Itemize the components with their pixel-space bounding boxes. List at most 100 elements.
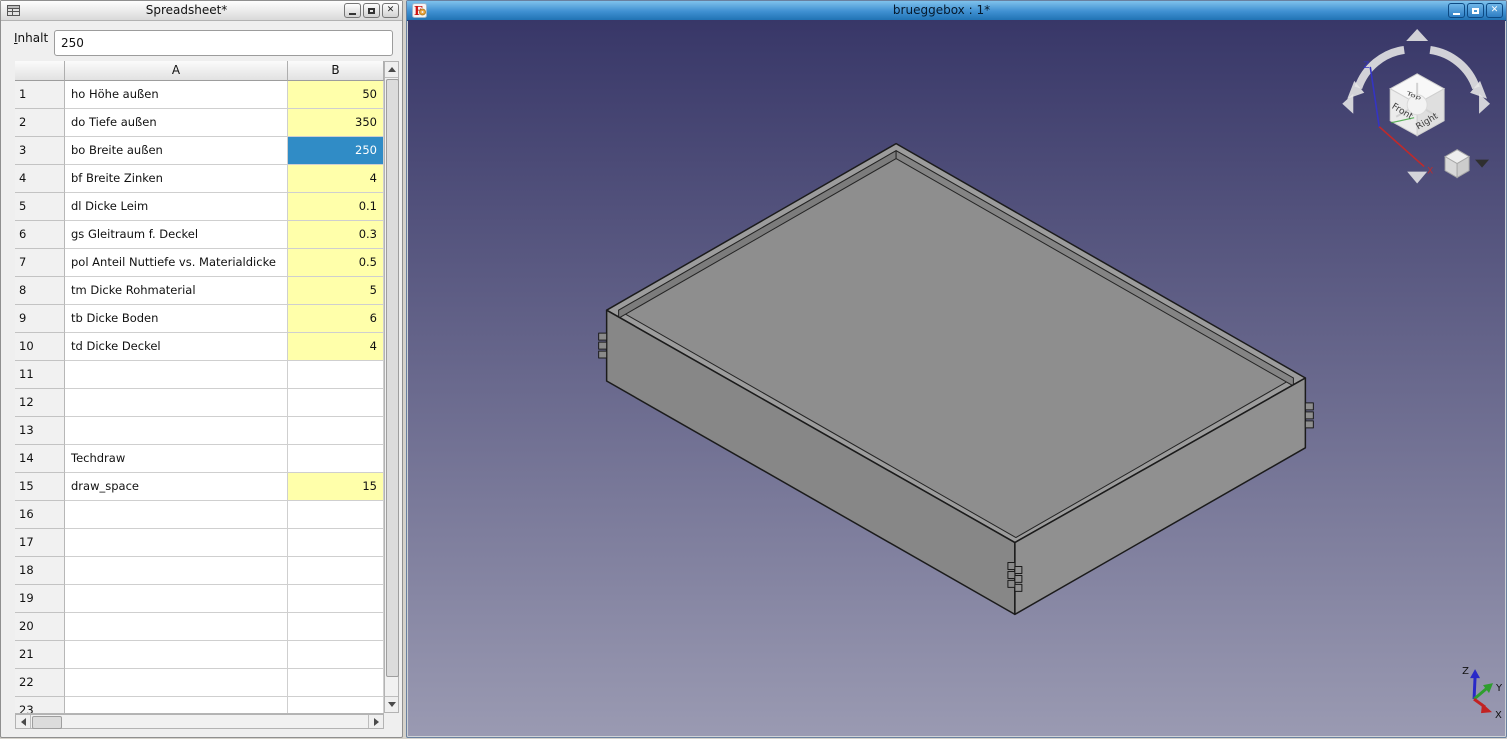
nav-x-label: X (1427, 167, 1433, 177)
cell-b[interactable]: 5 (288, 277, 384, 305)
cell-a[interactable]: bf Breite Zinken (65, 165, 288, 193)
cell-a[interactable] (65, 613, 288, 641)
cell-b[interactable]: 4 (288, 333, 384, 361)
cell-a[interactable] (65, 585, 288, 613)
cell-b[interactable] (288, 501, 384, 529)
cell-b[interactable] (288, 417, 384, 445)
cell-a[interactable]: tb Dicke Boden (65, 305, 288, 333)
viewer-window: F brueggebox : 1* ✕ (406, 0, 1507, 738)
scroll-right-button[interactable] (368, 715, 383, 728)
cell-b[interactable]: 350 (288, 109, 384, 137)
row-header-cell[interactable]: 4 (15, 165, 65, 193)
cell-a[interactable]: gs Gleitraum f. Deckel (65, 221, 288, 249)
cell-a[interactable] (65, 641, 288, 669)
cell-a[interactable] (65, 669, 288, 697)
cell-b-selected[interactable]: 250 (288, 137, 384, 165)
row-header-cell[interactable]: 22 (15, 669, 65, 697)
cell-a[interactable]: do Tiefe außen (65, 109, 288, 137)
cell-b[interactable] (288, 669, 384, 697)
scroll-down-button[interactable] (385, 696, 398, 712)
row-header-cell[interactable]: 8 (15, 277, 65, 305)
row-header-cell[interactable]: 10 (15, 333, 65, 361)
spreadsheet-window: Spreadsheet* ✕ Inhalt A B 1ho Höhe außen… (0, 0, 403, 738)
cell-b[interactable] (288, 389, 384, 417)
cell-b[interactable] (288, 613, 384, 641)
scroll-up-button[interactable] (385, 62, 398, 78)
cell-a[interactable]: Techdraw (65, 445, 288, 473)
cell-a[interactable] (65, 529, 288, 557)
row-header-cell[interactable]: 19 (15, 585, 65, 613)
column-header-a[interactable]: A (65, 61, 288, 81)
vertical-scrollbar-thumb[interactable] (386, 79, 399, 677)
cell-b[interactable] (288, 585, 384, 613)
cell-b[interactable]: 0.3 (288, 221, 384, 249)
cell-a[interactable]: draw_space (65, 473, 288, 501)
cell-a[interactable]: td Dicke Deckel (65, 333, 288, 361)
row-header-cell[interactable]: 12 (15, 389, 65, 417)
cell-a[interactable] (65, 697, 288, 714)
row-header-cell[interactable]: 5 (15, 193, 65, 221)
cell-b[interactable]: 0.1 (288, 193, 384, 221)
scroll-left-button[interactable] (16, 715, 31, 728)
row-header-cell[interactable]: 23 (15, 697, 65, 714)
cell-a[interactable] (65, 389, 288, 417)
cell-b[interactable]: 4 (288, 165, 384, 193)
row-header-cell[interactable]: 20 (15, 613, 65, 641)
cell-b[interactable] (288, 445, 384, 473)
cell-b[interactable] (288, 529, 384, 557)
table-row: 7pol Anteil Nuttiefe vs. Materialdicke0.… (15, 249, 384, 277)
cell-b[interactable] (288, 557, 384, 585)
maximize-button[interactable] (1467, 3, 1484, 18)
table-row: 16 (15, 501, 384, 529)
cell-b[interactable]: 15 (288, 473, 384, 501)
spreadsheet-titlebar[interactable]: Spreadsheet* ✕ (1, 1, 402, 21)
maximize-button[interactable] (363, 3, 380, 18)
row-header-cell[interactable]: 16 (15, 501, 65, 529)
cell-a[interactable] (65, 417, 288, 445)
cell-a[interactable] (65, 501, 288, 529)
row-header-cell[interactable]: 7 (15, 249, 65, 277)
horizontal-scrollbar-thumb[interactable] (32, 716, 62, 729)
row-header-cell[interactable]: 17 (15, 529, 65, 557)
row-header-cell[interactable]: 14 (15, 445, 65, 473)
cell-b[interactable] (288, 641, 384, 669)
axis-y-label: Y (1495, 683, 1503, 694)
cell-content-input[interactable] (54, 30, 393, 56)
minimize-button[interactable] (344, 3, 361, 18)
cell-a[interactable]: tm Dicke Rohmaterial (65, 277, 288, 305)
row-header-cell[interactable]: 11 (15, 361, 65, 389)
cell-a[interactable]: pol Anteil Nuttiefe vs. Materialdicke (65, 249, 288, 277)
cell-a[interactable]: ho Höhe außen (65, 81, 288, 109)
close-button[interactable]: ✕ (1486, 3, 1503, 18)
row-header-cell[interactable]: 2 (15, 109, 65, 137)
cell-b[interactable] (288, 697, 384, 714)
3d-viewport[interactable]: Top Front Right Z X (408, 20, 1505, 736)
cell-b[interactable] (288, 361, 384, 389)
close-button[interactable]: ✕ (382, 3, 399, 18)
finger-joints-left-corner[interactable] (599, 333, 607, 358)
column-header-b[interactable]: B (288, 61, 384, 81)
spreadsheet-table[interactable]: A B 1ho Höhe außen50 2do Tiefe außen350 3b… (15, 61, 384, 714)
row-header-cell[interactable]: 18 (15, 557, 65, 585)
row-header-cell[interactable]: 15 (15, 473, 65, 501)
cell-b[interactable]: 50 (288, 81, 384, 109)
row-header-cell[interactable]: 9 (15, 305, 65, 333)
finger-joints-front-corner[interactable] (1008, 562, 1022, 591)
vertical-scrollbar[interactable] (384, 61, 399, 713)
cell-b[interactable]: 6 (288, 305, 384, 333)
viewer-titlebar[interactable]: F brueggebox : 1* ✕ (407, 1, 1506, 21)
cell-a[interactable] (65, 557, 288, 585)
cell-a[interactable]: bo Breite außen (65, 137, 288, 165)
row-header-cell[interactable]: 21 (15, 641, 65, 669)
cell-b[interactable]: 0.5 (288, 249, 384, 277)
corner-header-cell[interactable] (15, 61, 65, 81)
row-header-cell[interactable]: 1 (15, 81, 65, 109)
row-header-cell[interactable]: 13 (15, 417, 65, 445)
horizontal-scrollbar[interactable] (15, 714, 384, 729)
minimize-button[interactable] (1448, 3, 1465, 18)
cell-a[interactable] (65, 361, 288, 389)
row-header-cell[interactable]: 3 (15, 137, 65, 165)
finger-joints-right-corner[interactable] (1305, 403, 1313, 428)
row-header-cell[interactable]: 6 (15, 221, 65, 249)
cell-a[interactable]: dl Dicke Leim (65, 193, 288, 221)
